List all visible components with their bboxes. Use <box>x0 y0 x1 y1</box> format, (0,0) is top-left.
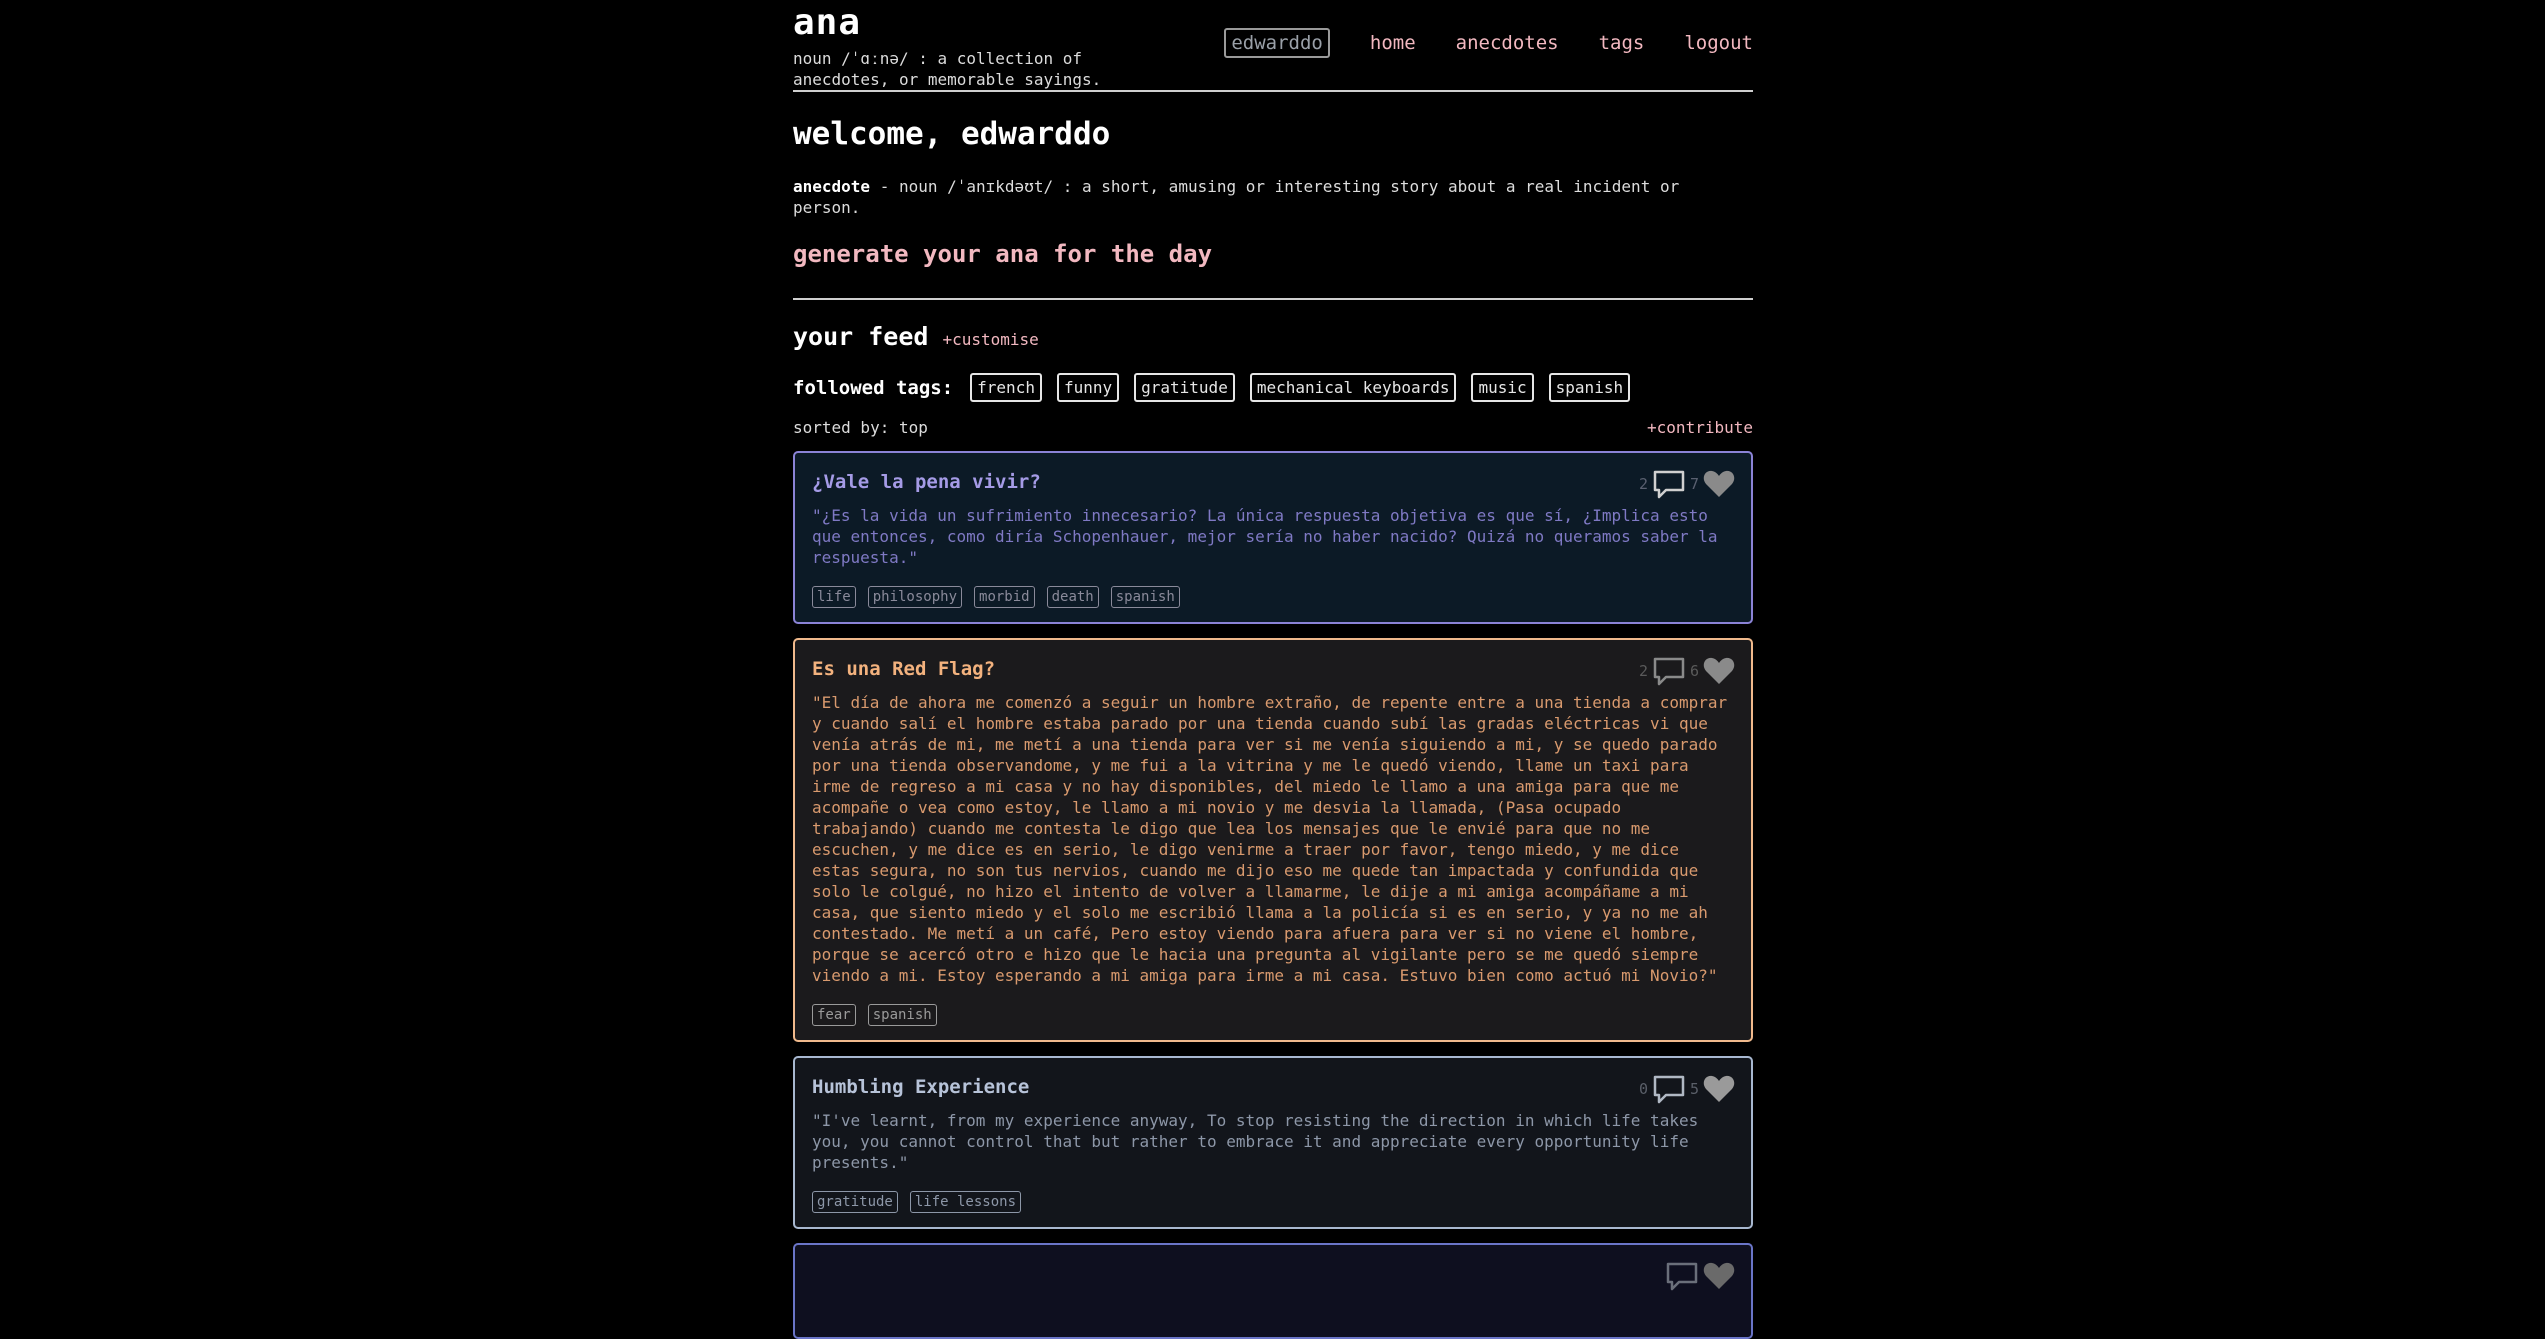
followed-tags-label: followed tags: <box>793 376 954 399</box>
comment-icon[interactable] <box>1652 656 1686 686</box>
comment-icon[interactable] <box>1665 1261 1699 1291</box>
nav-logout[interactable]: logout <box>1684 32 1753 54</box>
anecdote-stats: 2 6 <box>1639 656 1735 686</box>
comment-icon[interactable] <box>1652 469 1686 499</box>
anecdote-title[interactable]: Humbling Experience <box>812 1076 1734 1098</box>
brand-definition: noun /ˈɑːnə/ : a collection of anecdotes… <box>793 49 1102 89</box>
anecdote-tag[interactable]: fear <box>812 1004 856 1026</box>
nav-user-profile[interactable]: edwarddo <box>1224 28 1330 58</box>
nav-home[interactable]: home <box>1370 32 1416 54</box>
followed-tag[interactable]: spanish <box>1548 373 1631 402</box>
followed-tag[interactable]: mechanical keyboards <box>1249 373 1457 402</box>
followed-tag[interactable]: music <box>1471 373 1534 402</box>
followed-tags: followed tags: french funny gratitude me… <box>793 373 1753 402</box>
site-header: ana noun /ˈɑːnə/ : a collection of anecd… <box>793 0 1753 92</box>
generate-ana-link: generate your ana for the day <box>793 240 1753 300</box>
heart-icon[interactable] <box>1703 1075 1735 1103</box>
anecdote-tag[interactable]: philosophy <box>867 586 963 608</box>
anecdote-text: "¿Es la vida un sufrimiento innecesario?… <box>812 506 1718 567</box>
anecdote-definition: anecdote - noun /ˈanɪkdəʊt/ : a short, a… <box>793 176 1693 218</box>
anecdote-card[interactable]: Humbling Experience 0 5 "I've learnt, fr… <box>793 1056 1753 1229</box>
followed-tag[interactable]: gratitude <box>1134 373 1235 402</box>
heart-icon[interactable] <box>1703 657 1735 685</box>
comment-count: 2 <box>1638 475 1648 493</box>
anecdote-tags: fear spanish <box>812 1004 1734 1026</box>
anecdote-tag[interactable]: spanish <box>867 1004 937 1026</box>
anecdote-tags: life philosophy morbid death spanish <box>812 586 1734 608</box>
anecdote-tag[interactable]: morbid <box>974 586 1035 608</box>
followed-tag[interactable]: funny <box>1056 373 1120 402</box>
comment-count: 0 <box>1638 1080 1648 1098</box>
sort-row: sorted by: top +contribute <box>793 418 1753 437</box>
sort-indicator[interactable]: sorted by: top <box>793 418 928 437</box>
anecdote-tag[interactable]: spanish <box>1110 586 1180 608</box>
definition-term: anecdote <box>793 177 871 196</box>
heart-icon[interactable] <box>1703 470 1735 498</box>
anecdote-stats: 0 5 <box>1639 1074 1735 1104</box>
anecdote-text: "I've learnt, from my experience anyway,… <box>812 1111 1699 1172</box>
feed-header: your feed +customise <box>793 322 1753 351</box>
generate-ana-link-text[interactable]: generate your ana for the day <box>793 240 1212 268</box>
anecdote-title[interactable]: Es una Red Flag? <box>812 658 1734 680</box>
anecdote-card[interactable]: ¿Vale la pena vivir? 2 7 "¿Es la vida un… <box>793 451 1753 624</box>
feed-title: your feed <box>793 322 929 351</box>
comment-icon[interactable] <box>1652 1074 1686 1104</box>
like-count: 5 <box>1689 1080 1699 1098</box>
anecdote-card[interactable]: Es una Red Flag? 2 6 "El día de ahora me… <box>793 638 1753 1042</box>
definition-text: - noun /ˈanɪkdəʊt/ : a short, amusing or… <box>793 177 1680 217</box>
contribute-link[interactable]: +contribute <box>1647 418 1753 437</box>
like-count: 7 <box>1689 475 1699 493</box>
anecdote-tag[interactable]: life lessons <box>909 1191 1022 1213</box>
nav-tags[interactable]: tags <box>1599 32 1645 54</box>
comment-count: 2 <box>1638 662 1648 680</box>
page: ana noun /ˈɑːnə/ : a collection of anecd… <box>793 0 1753 1339</box>
anecdote-tag[interactable]: death <box>1046 586 1099 608</box>
followed-tag[interactable]: french <box>970 373 1042 402</box>
anecdote-tag[interactable]: life <box>812 586 856 608</box>
main-nav: edwarddo home anecdotes tags logout <box>1224 28 1753 58</box>
brand-logo[interactable]: ana <box>793 2 861 43</box>
anecdote-stats <box>1665 1261 1735 1291</box>
customise-link[interactable]: +customise <box>942 330 1038 349</box>
anecdote-text: "El día de ahora me comenzó a seguir un … <box>812 693 1728 985</box>
anecdote-tag[interactable]: gratitude <box>812 1191 898 1213</box>
anecdote-title[interactable]: ¿Vale la pena vivir? <box>812 471 1734 493</box>
welcome-heading: welcome, edwarddo <box>793 116 1111 152</box>
anecdote-stats: 2 7 <box>1639 469 1735 499</box>
anecdote-tags: gratitude life lessons <box>812 1191 1734 1213</box>
nav-anecdotes[interactable]: anecdotes <box>1456 32 1559 54</box>
anecdote-card[interactable] <box>793 1243 1753 1339</box>
like-count: 6 <box>1689 662 1699 680</box>
